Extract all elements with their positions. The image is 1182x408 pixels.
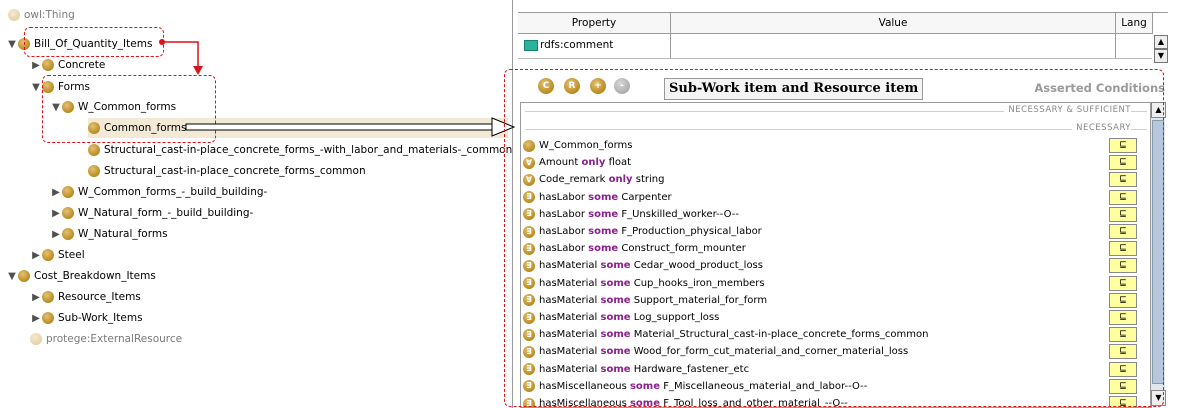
annotations-table: Property Value Lang rdfs:comment ▲ ▼ [518,12,1168,63]
class-detail-panel: Property Value Lang rdfs:comment ▲ ▼ C R… [504,0,1182,408]
annotation-arrow-white-body [185,123,495,131]
annotation-box-conditions [504,69,1164,407]
annotation-arrow-red [162,41,199,68]
annotation-property-icon [524,40,538,51]
scroll-up-button[interactable]: ▲ [1154,35,1168,49]
column-header-lang[interactable]: Lang [1116,13,1153,34]
annotation-arrowhead-red [193,66,203,75]
column-header-value[interactable]: Value [671,13,1116,34]
scroll-down-button[interactable]: ▼ [1154,49,1168,63]
annotation-property-name: rdfs:comment [540,39,614,51]
column-header-property[interactable]: Property [518,13,671,34]
annotation-row[interactable]: rdfs:comment [518,34,1152,59]
